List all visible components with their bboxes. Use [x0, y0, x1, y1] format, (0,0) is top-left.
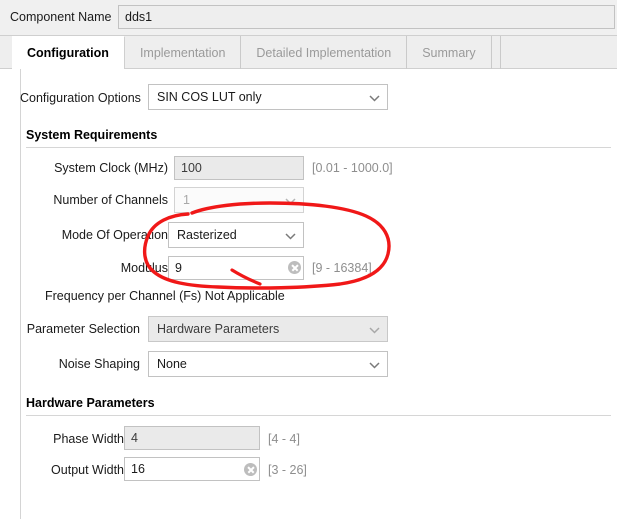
component-name-input[interactable]: dds1 [118, 5, 615, 29]
phase-width-label: Phase Width [53, 432, 124, 446]
component-name-label: Component Name [10, 10, 112, 24]
output-width-label: Output Width [51, 463, 124, 477]
number-of-channels-label: Number of Channels [53, 193, 168, 207]
mode-of-operation-label: Mode Of Operation [61, 228, 168, 242]
chevron-down-icon [285, 232, 296, 241]
parameter-selection-label: Parameter Selection [26, 322, 140, 336]
modulus-clear-icon[interactable] [288, 261, 301, 274]
tab-configuration[interactable]: Configuration [12, 36, 125, 69]
number-of-channels-dropdown[interactable]: 1 [174, 187, 304, 213]
frequency-per-channel-text: Frequency per Channel (Fs) Not Applicabl… [45, 289, 285, 303]
noise-shaping-value: None [157, 357, 187, 371]
mode-of-operation-dropdown[interactable]: Rasterized [168, 222, 304, 248]
chevron-down-icon [369, 94, 380, 103]
phase-width-range-hint: [4 - 4] [268, 432, 300, 446]
configuration-panel: Configuration Options SIN COS LUT only S… [0, 69, 617, 519]
parameter-selection-value: Hardware Parameters [157, 322, 280, 336]
tab-summary-label: Summary [422, 45, 476, 60]
chevron-down-icon [369, 361, 380, 370]
parameter-selection-dropdown[interactable]: Hardware Parameters [148, 316, 388, 342]
chevron-down-icon [285, 197, 296, 206]
system-clock-input[interactable]: 100 [174, 156, 304, 180]
phase-width-input[interactable]: 4 [124, 426, 260, 450]
number-of-channels-value: 1 [183, 193, 190, 207]
system-requirements-divider [26, 147, 611, 148]
configuration-options-dropdown[interactable]: SIN COS LUT only [148, 84, 388, 110]
tab-implementation[interactable]: Implementation [125, 36, 242, 69]
hardware-parameters-section-title: Hardware Parameters [26, 396, 155, 410]
component-name-bar: Component Name dds1 [0, 0, 617, 36]
tab-summary[interactable]: Summary [407, 36, 492, 69]
tab-configuration-label: Configuration [27, 46, 109, 60]
noise-shaping-dropdown[interactable]: None [148, 351, 388, 377]
output-width-range-hint: [3 - 26] [268, 463, 307, 477]
noise-shaping-label: Noise Shaping [58, 357, 140, 371]
system-clock-label: System Clock (MHz) [54, 161, 168, 175]
panel-left-divider [20, 69, 21, 519]
tab-detailed-implementation[interactable]: Detailed Implementation [241, 36, 408, 69]
output-width-input[interactable]: 16 [124, 457, 260, 481]
system-requirements-section-title: System Requirements [26, 128, 158, 142]
modulus-range-hint: [9 - 16384] [312, 261, 372, 275]
tab-detailed-implementation-label: Detailed Implementation [256, 45, 392, 60]
tab-strip-filler [492, 36, 501, 69]
output-width-clear-icon[interactable] [244, 463, 257, 476]
modulus-label: Modulus [120, 261, 168, 275]
system-clock-range-hint: [0.01 - 1000.0] [312, 161, 393, 175]
tab-strip: Configuration Implementation Detailed Im… [0, 36, 617, 69]
chevron-down-icon [369, 326, 380, 335]
mode-of-operation-value: Rasterized [177, 228, 237, 242]
configuration-options-value: SIN COS LUT only [157, 90, 262, 104]
modulus-input[interactable]: 9 [168, 256, 304, 280]
configuration-options-label: Configuration Options [20, 91, 141, 105]
tab-implementation-label: Implementation [139, 45, 226, 60]
hardware-parameters-divider [26, 415, 611, 416]
